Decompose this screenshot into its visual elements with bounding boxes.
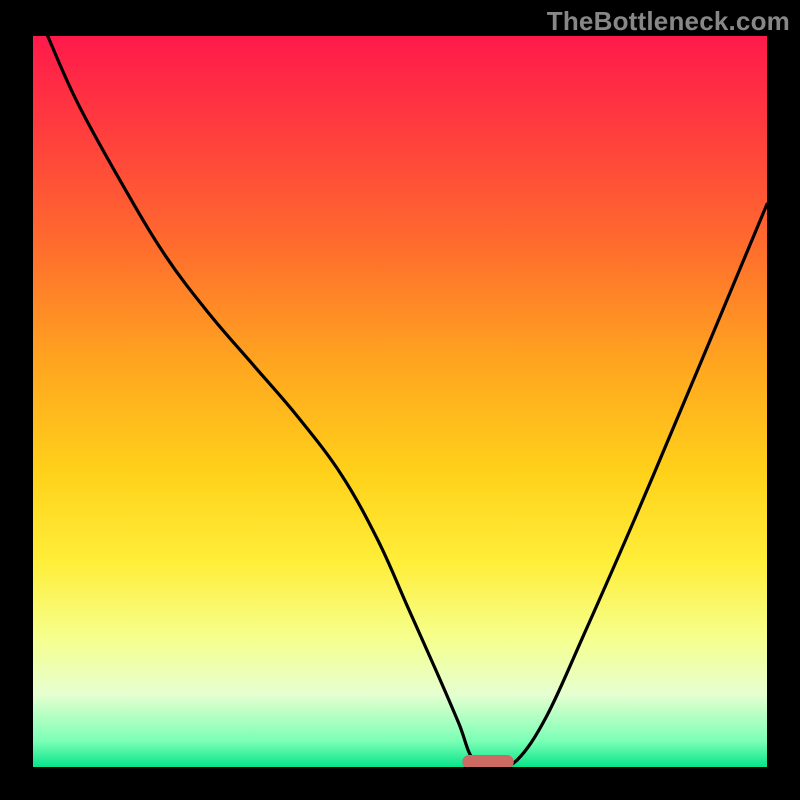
gradient-background bbox=[33, 36, 767, 767]
optimal-marker bbox=[462, 755, 513, 769]
bottleneck-chart bbox=[0, 0, 800, 800]
chart-frame: { "watermark": "TheBottleneck.com", "col… bbox=[0, 0, 800, 800]
